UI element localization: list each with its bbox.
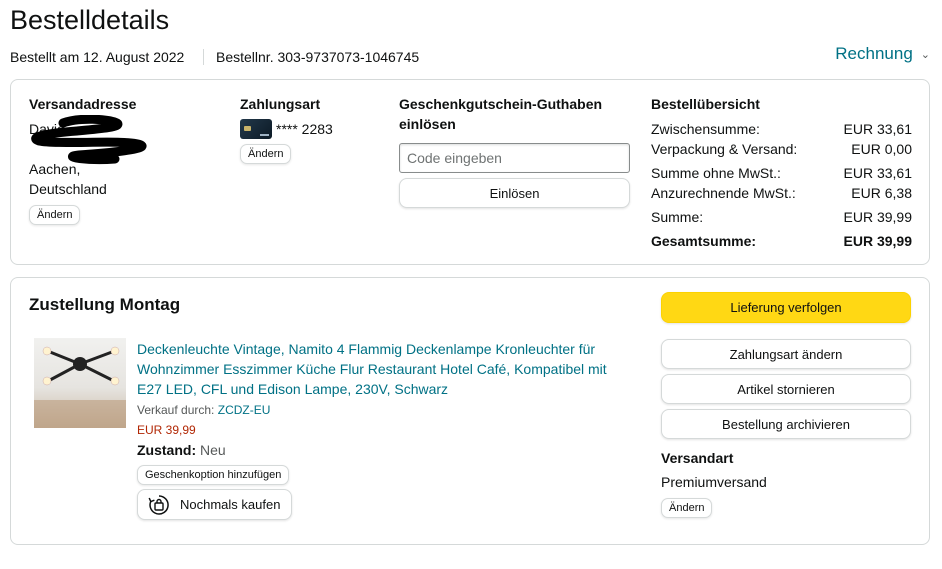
summary-row-subtotal: Zwischensumme: EUR 33,61 bbox=[651, 120, 912, 138]
address-country: Deutschland bbox=[29, 181, 107, 197]
condition-label: Zustand: bbox=[137, 442, 197, 458]
order-info-box: Versandadresse David Aachen, Deutschland… bbox=[10, 79, 930, 265]
card-digits: **** 2283 bbox=[276, 121, 333, 137]
shipping-method-value: Premiumversand bbox=[661, 474, 767, 490]
product-title-line3[interactable]: E27 LED, CFL und Edison Lampe, 230V, Sch… bbox=[137, 379, 448, 399]
summary-row-sum: Summe: EUR 39,99 bbox=[651, 208, 912, 226]
redeem-button[interactable]: Einlösen bbox=[399, 178, 630, 208]
delivery-heading: Zustellung Montag bbox=[29, 295, 181, 314]
summary-value: EUR 33,61 bbox=[843, 165, 912, 181]
sold-by-label: Verkauf durch: bbox=[137, 403, 215, 417]
delivery-box: Zustellung Montag Deckenleuchte Vintage,… bbox=[10, 277, 930, 545]
order-number: Bestellnr. 303-9737073-1046745 bbox=[216, 49, 420, 65]
archive-order-button[interactable]: Bestellung archivieren bbox=[661, 409, 911, 439]
chevron-down-icon: ⌄ bbox=[920, 48, 930, 61]
invoice-dropdown[interactable]: Rechnung ⌄ bbox=[835, 44, 930, 64]
summary-row-vat: Anzurechnende MwSt.: EUR 6,38 bbox=[651, 184, 912, 202]
summary-label: Summe ohne MwSt.: bbox=[651, 165, 781, 181]
summary-value: EUR 39,99 bbox=[843, 209, 912, 225]
sold-by: Verkauf durch: ZCDZ-EU bbox=[137, 402, 270, 418]
gift-card-heading-line1: Geschenkgutschein-Guthaben bbox=[399, 96, 603, 112]
summary-row-net: Summe ohne MwSt.: EUR 33,61 bbox=[651, 164, 912, 182]
summary-label: Summe: bbox=[651, 209, 704, 225]
product-price: EUR 39,99 bbox=[137, 423, 196, 437]
payment-heading: Zahlungsart bbox=[240, 96, 321, 112]
edit-address-button[interactable]: Ändern bbox=[29, 205, 81, 225]
buy-again-button[interactable]: Nochmals kaufen bbox=[137, 489, 292, 520]
order-summary-heading: Bestellübersicht bbox=[651, 96, 760, 112]
invoice-label: Rechnung bbox=[835, 44, 913, 63]
summary-label: Zwischensumme: bbox=[651, 121, 760, 137]
shipping-method-heading: Versandart bbox=[661, 450, 734, 466]
summary-label: Anzurechnende MwSt.: bbox=[651, 185, 796, 201]
buy-again-icon bbox=[148, 494, 169, 515]
total-label: Gesamtsumme: bbox=[651, 233, 757, 249]
page-title: Bestelldetails bbox=[10, 5, 170, 35]
product-image[interactable] bbox=[34, 338, 126, 428]
redaction-scribble bbox=[31, 115, 147, 165]
total-value: EUR 39,99 bbox=[843, 233, 912, 249]
chandelier-icon bbox=[34, 346, 126, 428]
summary-value: EUR 33,61 bbox=[843, 121, 912, 137]
edit-payment-button[interactable]: Ändern bbox=[240, 144, 292, 164]
shipping-address-heading: Versandadresse bbox=[29, 96, 137, 112]
card-icon bbox=[240, 119, 272, 139]
gift-code-input[interactable] bbox=[399, 143, 630, 173]
summary-value: EUR 0,00 bbox=[851, 141, 912, 157]
summary-value: EUR 6,38 bbox=[851, 185, 912, 201]
condition-value: Neu bbox=[200, 442, 226, 458]
summary-row-total: Gesamtsumme: EUR 39,99 bbox=[651, 232, 912, 250]
buy-again-label: Nochmals kaufen bbox=[180, 497, 281, 512]
cancel-items-button[interactable]: Artikel stornieren bbox=[661, 374, 911, 404]
track-delivery-button[interactable]: Lieferung verfolgen bbox=[661, 292, 911, 323]
add-gift-option-button[interactable]: Geschenkoption hinzufügen bbox=[137, 465, 290, 485]
seller-link[interactable]: ZCDZ-EU bbox=[218, 403, 271, 417]
change-payment-button[interactable]: Zahlungsart ändern bbox=[661, 339, 911, 369]
gift-card-heading-line2: einlösen bbox=[399, 116, 456, 132]
product-condition: Zustand: Neu bbox=[137, 440, 226, 460]
summary-table: Zwischensumme: EUR 33,61 Verpackung & Ve… bbox=[651, 120, 912, 250]
product-title-line2[interactable]: Wohnzimmer Esszimmer Küche Flur Restaura… bbox=[137, 359, 607, 379]
order-date: Bestellt am 12. August 2022 bbox=[10, 49, 185, 65]
product-title-line1[interactable]: Deckenleuchte Vintage, Namito 4 Flammig … bbox=[137, 339, 595, 359]
summary-label: Verpackung & Versand: bbox=[651, 141, 798, 157]
address-city: Aachen, bbox=[29, 161, 81, 177]
summary-row-shipping: Verpackung & Versand: EUR 0,00 bbox=[651, 140, 912, 158]
meta-divider bbox=[203, 49, 204, 65]
edit-shipping-method-button[interactable]: Ändern bbox=[661, 498, 713, 518]
